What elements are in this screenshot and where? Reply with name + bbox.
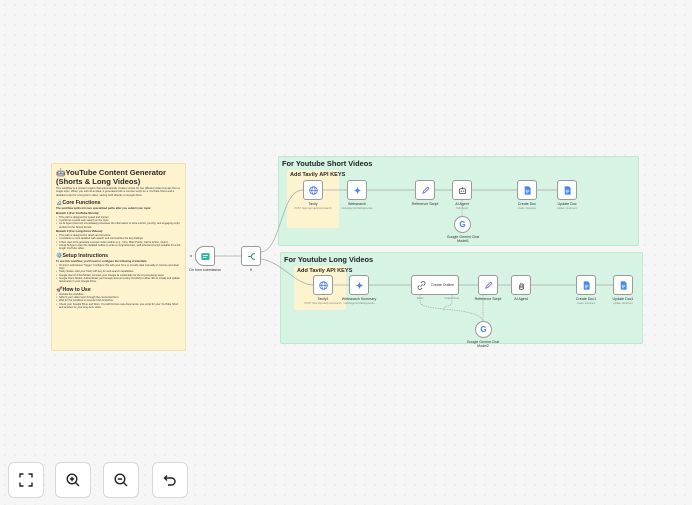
outline-parser-port: Output Parser [444,297,460,300]
gemini-model-long-node[interactable]: G [475,321,492,338]
update-doc1-sub: update: document [613,302,633,305]
doc-icon [620,280,627,290]
create-doc-sub: create: document [517,207,537,210]
undo-button[interactable] [152,462,188,498]
undo-icon [163,475,176,486]
zoom-out-icon [114,473,128,487]
globe-icon [318,280,328,290]
gemini-model-node[interactable]: G [454,216,471,233]
form-trigger-node[interactable] [195,246,215,266]
gemini-model-long-label2: Model2 [477,344,489,348]
tavily1-label: Tavily1 [317,297,329,301]
zoom-out-button[interactable] [103,462,139,498]
robot-icon [458,186,466,194]
create-doc-node[interactable] [517,180,537,200]
create-outline-node[interactable]: Create Outline [411,275,459,295]
update-doc-label: Update Doc [557,202,577,206]
list-item: A final AI Agent uses this detailed outl… [56,244,181,251]
fit-view-button[interactable] [8,462,44,498]
create-outline-label: Create Outline [431,283,455,287]
sparkle-icon [352,185,362,195]
websearch-node[interactable] [347,180,367,200]
create-doc1-node[interactable] [576,275,596,295]
link-icon [417,280,426,290]
short-group-title: For Youtube Short Videos [282,159,373,168]
reference-script-label: Reference Script [411,202,439,206]
core-functions-sub: The workflow splits into two specialized… [56,207,152,211]
create-doc1-sub: create: document [576,302,596,305]
doc-icon [583,280,590,290]
long-group-title: For Youtube Long Videos [284,255,374,264]
split-icon [247,252,255,260]
short-apikey-title: Add Tavily API KEYS [290,172,346,178]
ai-agent-sub: Tools Agent [455,207,469,210]
gemini-model-label2: Model1 [457,239,469,243]
google-icon: G [480,325,487,334]
update-doc1-node[interactable] [613,275,633,295]
doc-icon [564,185,571,195]
sparkle-icon [354,280,364,290]
websearch-sub: models/gemini-flash/generate [341,207,373,210]
globe-icon [308,185,318,195]
pencil-icon [484,280,493,289]
ai-agent-node[interactable] [452,180,472,200]
update-doc1-label: Update Doc1 [612,297,634,301]
zoom-in-icon [66,473,80,487]
form-trigger-label: On form submission [189,268,221,272]
websearch-summary-node[interactable] [349,275,369,295]
doc-icon [524,185,531,195]
list-item: Google Docs Nodes: Authenticate your Goo… [56,277,181,284]
reference-script-node[interactable] [415,180,435,200]
if-node[interactable] [241,246,261,266]
if-label: If [250,268,252,272]
list-item: Check your Google Drive and Docs. You wi… [56,303,181,310]
google-icon: G [459,220,466,229]
fit-view-icon [19,473,33,487]
tavily1-sub: POST: https://api.tavily.com/search [304,302,342,305]
pencil-icon [421,185,430,194]
long-apikey-title: Add Tavily API KEYS [297,268,353,274]
reference-script-long-label: Reference Script [474,297,502,301]
list-item: An AI Agent (Gemini) immediately process… [56,222,181,229]
update-doc-sub: update: document [557,207,577,210]
create-doc1-label: Create Doc1 [575,297,597,301]
tavily-label: Tavily [308,202,318,206]
ai-agent-long-label: AI Agent [514,297,528,301]
websearch-label: Websearch [347,202,367,206]
note-title: 🤖YouTube Content Generator (Shorts & Lon… [56,168,167,186]
create-doc-label: Create Doc [517,202,537,206]
websearch-summary-sub: models/gemini-flash/generate [343,302,375,305]
outline-model-port: Model [416,297,424,300]
note-intro: This workflow is a content engine that a… [56,187,180,197]
ai-agent-label: AI Agent [455,202,469,206]
update-doc-node[interactable] [557,180,577,200]
setup-heading: ⚙️Setup Instructions [56,253,108,260]
tavily-sub: POST: https://api.tavily.com/search [294,207,332,210]
hand-icon [518,282,524,290]
form-icon [200,252,210,260]
reference-script-long-node[interactable] [478,275,498,295]
tavily1-node[interactable] [313,275,333,295]
tavily-node[interactable] [303,180,323,200]
core-functions-heading: 🔬Core Functions [56,200,101,207]
workflow-description-note[interactable]: 🤖YouTube Content Generator (Shorts & Lon… [51,163,186,351]
websearch-summary-label: Websearch Summary [341,297,377,301]
zoom-in-button[interactable] [55,462,91,498]
ai-agent-long-node[interactable] [511,275,531,295]
